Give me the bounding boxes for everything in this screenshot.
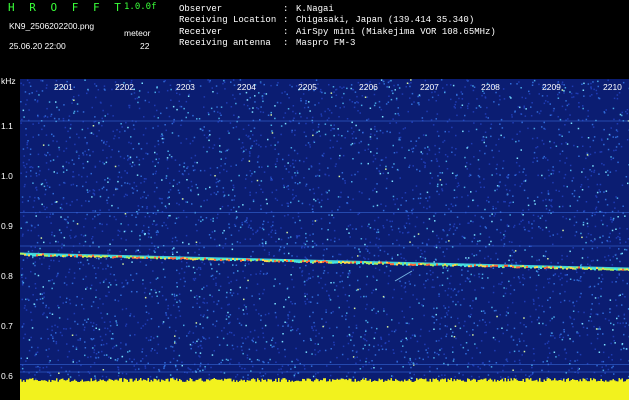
minute-label-2207: 2207	[420, 82, 439, 92]
y-axis-unit: kHz	[1, 76, 16, 86]
minute-label-2203: 2203	[176, 82, 195, 92]
minute-label-2205: 2205	[298, 82, 317, 92]
filename-label: KN9_2506202200.png	[9, 21, 95, 31]
location-value: Chigasaki, Japan (139.414 35.340)	[296, 15, 475, 25]
meteor-count: 22	[140, 41, 150, 51]
receiver-label: Receiver	[179, 27, 223, 37]
ytick-label: 1.0	[1, 171, 13, 181]
minute-label-2202: 2202	[115, 82, 134, 92]
minute-label-2206: 2206	[359, 82, 378, 92]
receiver-colon: :	[283, 27, 289, 37]
ytick-label: 0.6	[1, 371, 13, 381]
minute-label-2210: 2210	[603, 82, 622, 92]
version-label: 1.0.0f	[124, 2, 157, 12]
minute-label-2201: 2201	[54, 82, 73, 92]
datetime-label: 25.06.20 22:00	[9, 41, 66, 51]
waterfall-spectrogram: kHz 2201 2202 2203 2204 2205 2206 2207 2208 2209…	[0, 74, 629, 400]
baseline-fill	[20, 383, 629, 400]
observer-label: Observer	[179, 4, 223, 14]
observer-value: K.Nagai	[296, 4, 334, 14]
minute-label-2209: 2209	[542, 82, 561, 92]
ytick-label: 0.8	[1, 271, 13, 281]
observer-colon: :	[283, 4, 289, 14]
spectrogram-plot-area	[20, 79, 629, 400]
minute-label-2208: 2208	[481, 82, 500, 92]
app-logo: H R O F F T	[8, 1, 125, 14]
ytick-label: 1.1	[1, 121, 13, 131]
header-panel: H R O F F T 1.0.0f KN9_2506202200.png me…	[0, 0, 629, 74]
ytick-label: 0.9	[1, 221, 13, 231]
antenna-label: Receiving antenna	[179, 38, 271, 48]
receiver-value: AirSpy mini (Miakejima VOR 108.65MHz)	[296, 27, 496, 37]
ytick-label: 0.7	[1, 321, 13, 331]
location-label: Receiving Location	[179, 15, 277, 25]
minute-label-2204: 2204	[237, 82, 256, 92]
antenna-value: Maspro FM-3	[296, 38, 356, 48]
meteor-label: meteor	[124, 28, 151, 38]
antenna-colon: :	[283, 38, 289, 48]
location-colon: :	[283, 15, 289, 25]
